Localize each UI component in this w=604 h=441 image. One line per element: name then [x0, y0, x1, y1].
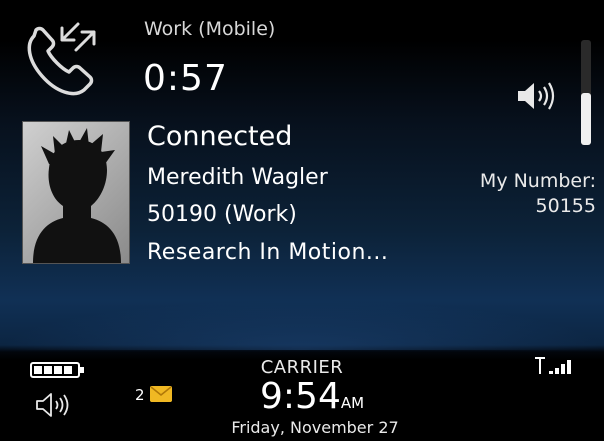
background-glow	[0, 300, 604, 350]
carrier-name: CARRIER	[260, 357, 344, 378]
speaker-icon[interactable]	[514, 80, 560, 112]
call-transfer-icon[interactable]	[20, 14, 112, 104]
clock-time: 9:54	[260, 376, 341, 417]
clock-ampm: AM	[340, 394, 365, 412]
contact-company: Research In Motion...	[147, 240, 389, 265]
my-number-value: 50155	[535, 195, 596, 217]
volume-level	[581, 92, 591, 145]
signal-icon	[535, 357, 571, 374]
sound-profile-icon[interactable]	[33, 390, 79, 420]
contact-avatar	[22, 121, 130, 264]
contact-name: Meredith Wagler	[147, 165, 328, 190]
date: Friday, November 27	[231, 418, 399, 437]
call-screen: Work (Mobile) 0:57 Connected Meredith Wa…	[0, 0, 604, 441]
clock: 9:54AM	[260, 376, 364, 417]
my-number-label: My Number:	[479, 170, 596, 192]
call-type-label: Work (Mobile)	[144, 18, 276, 40]
call-timer: 0:57	[143, 58, 228, 99]
person-silhouette-icon	[33, 128, 121, 263]
envelope-icon[interactable]	[150, 386, 172, 402]
call-status: Connected	[147, 121, 293, 152]
contact-number: 50190 (Work)	[147, 202, 297, 227]
unread-count[interactable]: 2	[135, 386, 145, 404]
